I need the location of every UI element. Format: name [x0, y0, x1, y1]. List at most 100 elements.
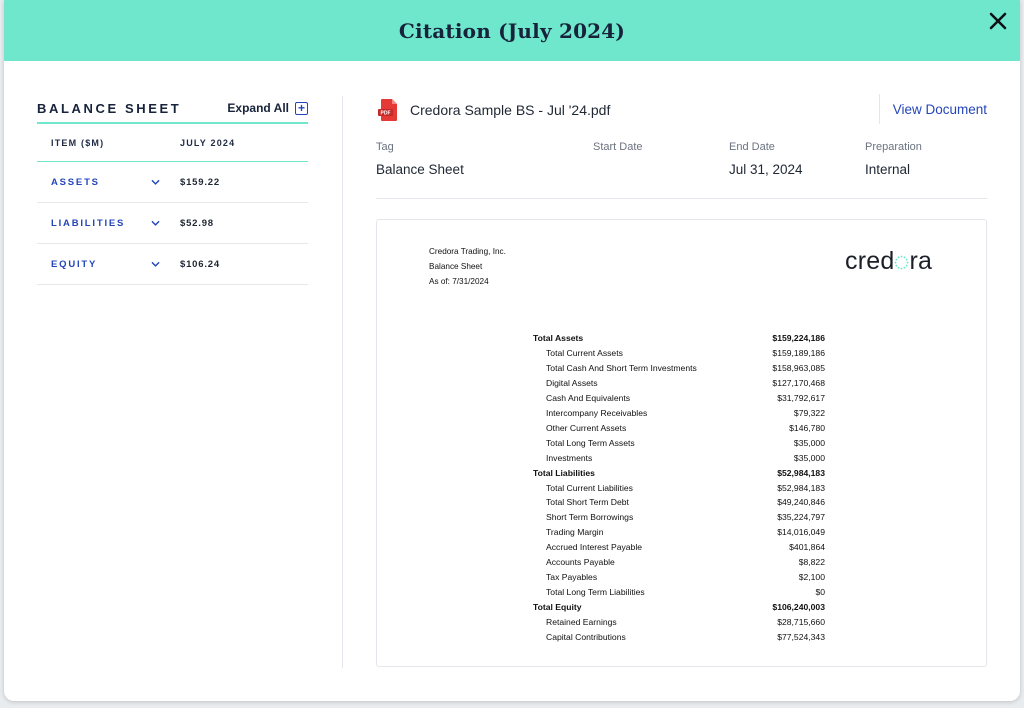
expand-all-label: Expand All [227, 101, 289, 115]
line-name: Total Liabilities [533, 467, 595, 478]
line-value: $106,240,003 [772, 602, 825, 613]
line-value: $35,224,797 [777, 512, 825, 523]
line-value: $52,984,183 [777, 467, 825, 478]
meta-tag: Tag Balance Sheet [376, 141, 464, 177]
row-value: $159.22 [180, 176, 220, 188]
meta-preparation: Preparation Internal [865, 141, 922, 177]
line-value: $2,100 [798, 572, 825, 583]
statement-line: Total Long Term Liabilities $0 [533, 585, 825, 600]
statement-line: Total Assets $159,224,186 [533, 331, 825, 346]
line-name: Other Current Assets [546, 422, 627, 433]
balance-sheet-table: Total Assets $159,224,186 Total Current As… [533, 331, 825, 645]
balance-sheet-title: BALANCE SHEET [37, 100, 182, 116]
line-name: Retained Earnings [546, 617, 617, 628]
statement-line: Total Current Liabilities $52,984,183 [533, 481, 825, 496]
credora-logo: credora cred ra [845, 247, 933, 275]
meta-value: Balance Sheet [376, 162, 464, 177]
statement-line: Tax Payables $2,100 [533, 570, 825, 585]
line-name: Tax Payables [546, 572, 598, 583]
line-name: Total Equity [533, 602, 582, 613]
svg-text:PDF: PDF [381, 111, 391, 117]
file-row: PDF Credora Sample BS - Jul '24.pdf View… [378, 94, 987, 124]
row-equity[interactable]: EQUITY $106.24 [37, 244, 308, 285]
line-value: $158,963,085 [772, 362, 825, 373]
statement-line: Total Liabilities $52,984,183 [533, 466, 825, 481]
close-icon [989, 12, 1007, 30]
line-value: $35,000 [793, 452, 825, 463]
meta-label: Preparation [865, 141, 922, 153]
row-assets[interactable]: ASSETS $159.22 [37, 162, 308, 203]
pdf-file-icon: PDF [378, 99, 397, 121]
line-value: $8,822 [798, 557, 825, 568]
line-name: Intercompany Receivables [546, 407, 648, 418]
view-document-link[interactable]: View Document [878, 94, 987, 124]
line-value: $146,780 [789, 422, 825, 433]
line-name: Total Assets [533, 333, 584, 343]
chevron-down-icon[interactable] [151, 260, 160, 269]
statement-line: Total Long Term Assets $35,000 [533, 436, 825, 451]
statement-line: Trading Margin $14,016,049 [533, 525, 825, 540]
line-value: $79,322 [793, 407, 825, 418]
statement-line: Intercompany Receivables $79,322 [533, 406, 825, 421]
statement-line: Short Term Borrowings $35,224,797 [533, 510, 825, 525]
line-value: $77,524,343 [777, 632, 825, 643]
company-name: Credora Trading, Inc. [429, 247, 506, 256]
statement-line: Retained Earnings $28,715,660 [533, 615, 825, 630]
line-name: Total Long Term Assets [546, 437, 635, 448]
statement-line: Total Short Term Debt $49,240,846 [533, 495, 825, 510]
statement-line: Digital Assets $127,170,468 [533, 376, 825, 391]
plus-square-icon: + [295, 101, 308, 115]
column-header-period: JULY 2024 [180, 137, 236, 148]
line-value: $14,016,049 [777, 527, 825, 538]
statement-line: Other Current Assets $146,780 [533, 421, 825, 436]
meta-label: Tag [376, 141, 394, 153]
modal-header: Citation (July 2024) [4, 0, 1020, 61]
statement-line: Investments $35,000 [533, 451, 825, 466]
line-name: Investments [546, 452, 593, 463]
line-name: Accounts Payable [546, 557, 615, 568]
column-header-row: ITEM ($M) JULY 2024 [37, 124, 308, 162]
line-value: $401,864 [789, 542, 825, 553]
line-name: Total Long Term Liabilities [546, 587, 645, 598]
statement-header: Credora Trading, Inc. Balance Sheet As o… [429, 244, 506, 289]
line-value: $159,224,186 [772, 333, 825, 343]
line-name: Total Current Assets [546, 347, 623, 358]
row-label: LIABILITIES [51, 217, 126, 229]
statement-line: Total Equity $106,240,003 [533, 600, 825, 615]
line-value: $52,984,183 [777, 482, 825, 493]
line-value: $0 [815, 587, 825, 598]
line-value: $31,792,617 [777, 392, 825, 403]
meta-end-date: End Date Jul 31, 2024 [729, 141, 803, 177]
as-of-date: As of: 7/31/2024 [429, 277, 489, 286]
line-name: Digital Assets [546, 377, 598, 388]
chevron-down-icon[interactable] [151, 219, 160, 228]
chevron-down-icon[interactable] [151, 178, 160, 187]
file-name: Credora Sample BS - Jul '24.pdf [410, 102, 611, 118]
document-meta: Tag Balance Sheet Start Date End Date Ju… [376, 141, 987, 199]
modal-title: Citation (July 2024) [398, 18, 626, 43]
line-name: Accrued Interest Payable [546, 542, 643, 553]
line-value: $159,189,186 [772, 347, 825, 358]
line-name: Total Short Term Debt [546, 497, 629, 508]
statement-line: Accrued Interest Payable $401,864 [533, 540, 825, 555]
meta-label: End Date [729, 141, 775, 153]
line-value: $35,000 [793, 437, 825, 448]
line-value: $49,240,846 [777, 497, 825, 508]
statement-line: Cash And Equivalents $31,792,617 [533, 391, 825, 406]
row-liabilities[interactable]: LIABILITIES $52.98 [37, 203, 308, 244]
meta-label: Start Date [593, 141, 643, 153]
line-value: $28,715,660 [777, 617, 825, 628]
statement-line: Total Cash And Short Term Investments $15… [533, 361, 825, 376]
line-name: Cash And Equivalents [546, 392, 631, 403]
row-label: ASSETS [51, 176, 100, 188]
line-name: Total Current Liabilities [546, 482, 633, 493]
expand-all-button[interactable]: Expand All + [227, 101, 308, 115]
line-value: $127,170,468 [772, 377, 825, 388]
balance-sheet-header: BALANCE SHEET Expand All + [37, 96, 308, 124]
statement-line: Capital Contributions $77,524,343 [533, 630, 825, 645]
close-button[interactable] [986, 9, 1010, 33]
row-label: EQUITY [51, 258, 98, 270]
document-preview[interactable]: Credora Trading, Inc. Balance Sheet As o… [376, 219, 987, 667]
balance-sheet-panel: BALANCE SHEET Expand All + ITEM ($M) JUL… [37, 96, 308, 285]
column-header-item: ITEM ($M) [51, 137, 105, 148]
